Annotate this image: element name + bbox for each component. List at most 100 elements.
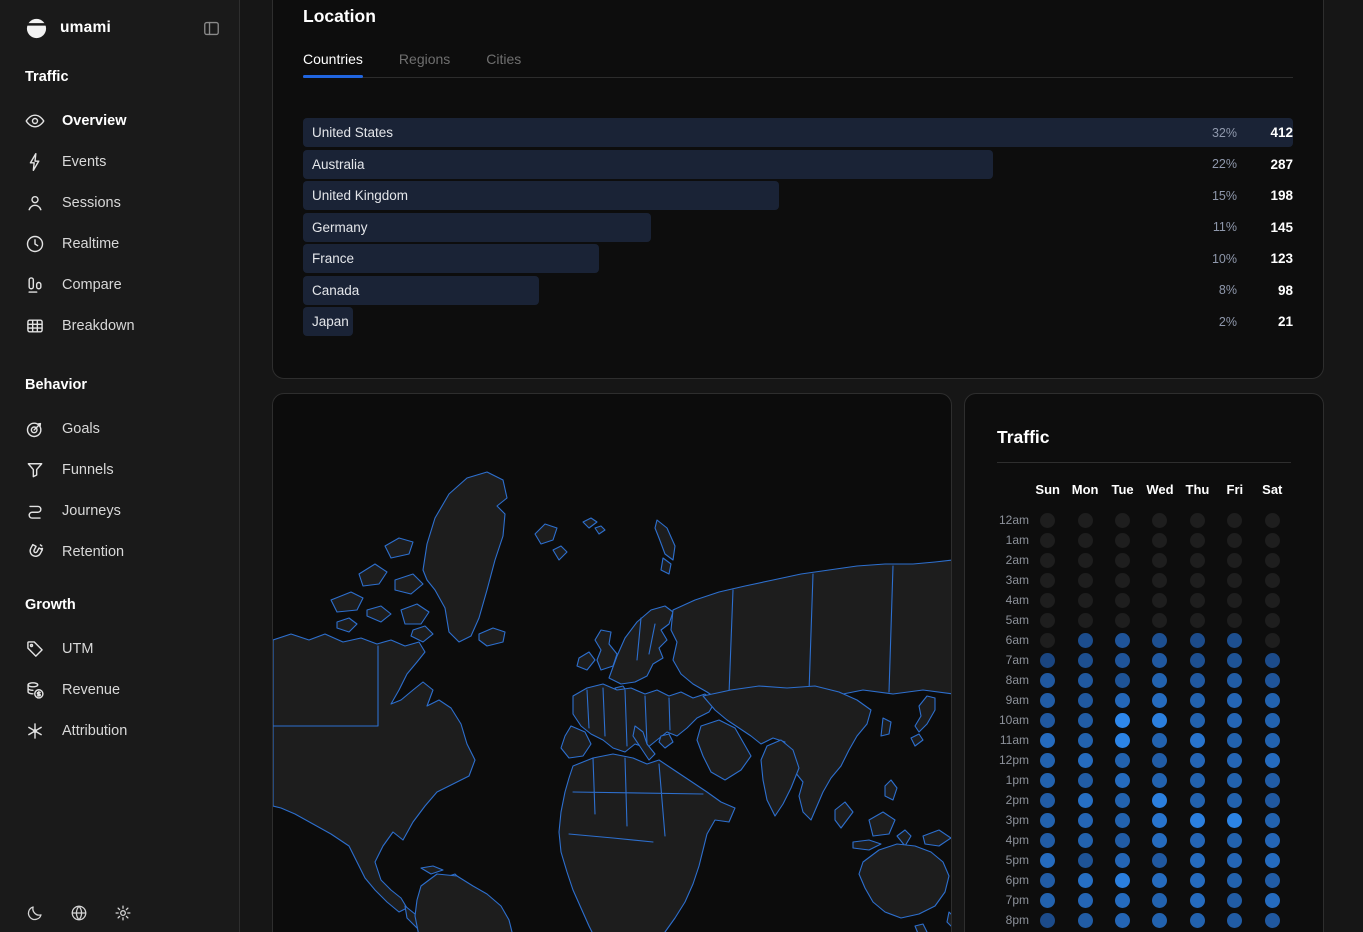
heatmap-dot [1115,533,1130,548]
heatmap-cell [1066,530,1103,550]
heatmap-dot [1078,713,1093,728]
country-value: 123 [1237,251,1293,266]
heatmap-dot [1115,773,1130,788]
heatmap-dot [1115,873,1130,888]
heatmap-cell [1179,510,1216,530]
journey-icon [25,501,45,521]
heatmap-dot [1227,553,1242,568]
heatmap-cell [1254,550,1291,570]
country-row[interactable]: France10%123 [303,243,1293,275]
heatmap-cell [1254,670,1291,690]
heatmap-dot [1265,713,1280,728]
sidebar-item-utm[interactable]: UTM [25,628,239,669]
sidebar-item-breakdown[interactable]: Breakdown [25,305,239,346]
sidebar-item-realtime[interactable]: Realtime [25,223,239,264]
country-row[interactable]: United States32%412 [303,117,1293,149]
sidebar-footer [26,904,132,922]
country-row[interactable]: Japan2%21 [303,306,1293,338]
heatmap-dot [1115,633,1130,648]
grid-table-icon [25,316,45,336]
traffic-divider [997,462,1291,463]
heatmap-dot [1040,813,1055,828]
heatmap-cell [1104,570,1141,590]
sidebar-item-goals[interactable]: Goals [25,408,239,449]
heatmap-cell [1179,670,1216,690]
country-row[interactable]: United Kingdom15%198 [303,180,1293,212]
country-name: Japan [303,314,1167,329]
tab-countries[interactable]: Countries [303,51,363,77]
heatmap-cell [1104,610,1141,630]
heatmap-cell [1029,730,1066,750]
world-map[interactable] [273,394,952,932]
heatmap-row: 8am [997,670,1291,690]
heatmap-dot [1040,513,1055,528]
heatmap-dot [1265,753,1280,768]
heatmap-hour-label: 12pm [997,750,1029,770]
heatmap-row: 7pm [997,890,1291,910]
sidebar-item-journeys[interactable]: Journeys [25,490,239,531]
heatmap-cell [1104,870,1141,890]
sidebar-collapse-button[interactable] [202,19,221,38]
sidebar-item-retention[interactable]: Retention [25,531,239,572]
heatmap-dot [1227,773,1242,788]
heatmap-cell [1254,850,1291,870]
sidebar-item-funnels[interactable]: Funnels [25,449,239,490]
heatmap-cell [1179,590,1216,610]
heatmap-hour-label: 4am [997,590,1029,610]
umami-logo-icon [25,17,48,40]
heatmap-dot [1265,553,1280,568]
heatmap-dot [1115,513,1130,528]
heatmap-dot [1115,893,1130,908]
tab-regions[interactable]: Regions [399,51,450,77]
lightning-icon [25,152,45,172]
heatmap-cell [1066,730,1103,750]
heatmap-dot [1152,573,1167,588]
heatmap-cell [1141,570,1178,590]
heatmap-dot [1040,653,1055,668]
globe-button[interactable] [70,904,88,922]
heatmap-cell [1254,870,1291,890]
sidebar-item-attribution[interactable]: Attribution [25,710,239,751]
heatmap-dot [1040,673,1055,688]
sidebar-item-revenue[interactable]: Revenue [25,669,239,710]
country-percent: 22% [1167,157,1237,171]
clock-icon [25,234,45,254]
heatmap-hour-label: 11am [997,730,1029,750]
heatmap-cell [1254,830,1291,850]
heatmap-dot [1227,873,1242,888]
sidebar-item-compare[interactable]: Compare [25,264,239,305]
heatmap-dot [1227,833,1242,848]
country-row[interactable]: Germany11%145 [303,212,1293,244]
heatmap-cell [1066,790,1103,810]
heatmap-dot [1190,753,1205,768]
heatmap-dot [1227,513,1242,528]
sidebar-item-label: Overview [62,113,127,129]
heatmap-dot [1115,853,1130,868]
tab-cities[interactable]: Cities [486,51,521,77]
heatmap-dot [1078,693,1093,708]
heatmap-dot [1265,813,1280,828]
heatmap-day-header: SunMonTueWedThuFriSat [997,481,1291,499]
heatmap-cell [1066,630,1103,650]
heatmap-dot [1040,793,1055,808]
heatmap-hour-label: 5am [997,610,1029,630]
heatmap-cell [1104,690,1141,710]
heatmap-dot [1190,553,1205,568]
moon-button[interactable] [26,904,44,922]
sidebar-item-overview[interactable]: Overview [25,100,239,141]
heatmap-dot [1265,733,1280,748]
heatmap-cell [1141,590,1178,610]
heatmap-cell [1066,910,1103,930]
country-row[interactable]: Australia22%287 [303,149,1293,181]
gear-button[interactable] [114,904,132,922]
heatmap-hour-label: 6am [997,630,1029,650]
sidebar-item-sessions[interactable]: Sessions [25,182,239,223]
heatmap-cell [1179,890,1216,910]
heatmap-cell [1254,610,1291,630]
heatmap-dot [1227,633,1242,648]
heatmap-dot [1078,673,1093,688]
sidebar-item-events[interactable]: Events [25,141,239,182]
heatmap-cell [1104,710,1141,730]
heatmap-dot [1265,653,1280,668]
country-row[interactable]: Canada8%98 [303,275,1293,307]
